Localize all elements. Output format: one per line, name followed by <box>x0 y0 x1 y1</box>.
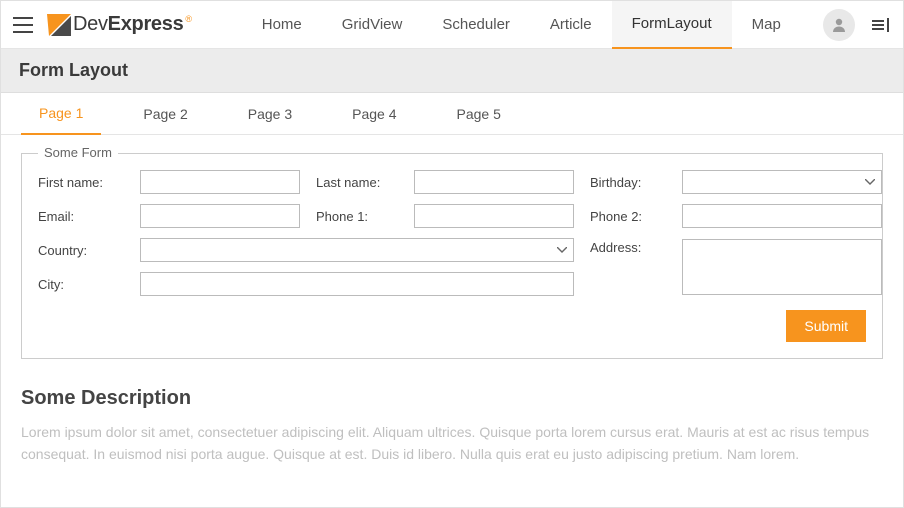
content-area: Some Form First name: Last name: Birthda… <box>1 135 903 483</box>
chevron-down-icon <box>557 247 567 253</box>
user-icon <box>831 17 847 33</box>
form-actions: Submit <box>38 310 866 342</box>
brand-logo[interactable]: DevExpress® <box>47 13 192 36</box>
country-dropdown[interactable] <box>140 238 574 262</box>
page-tabs: Page 1 Page 2 Page 3 Page 4 Page 5 <box>1 93 903 135</box>
nav-item-formlayout[interactable]: FormLayout <box>612 1 732 49</box>
nav-item-scheduler[interactable]: Scheduler <box>422 1 530 49</box>
description-heading: Some Description <box>21 387 883 410</box>
label-phone1: Phone 1: <box>316 209 398 224</box>
brand-text: DevExpress® <box>73 13 192 36</box>
city-field[interactable] <box>140 272 574 296</box>
form-legend: Some Form <box>38 145 118 160</box>
brand-icon <box>47 14 71 36</box>
label-country: Country: <box>38 243 124 258</box>
tab-page-3[interactable]: Page 3 <box>230 93 310 135</box>
form-fieldset: Some Form First name: Last name: Birthda… <box>21 153 883 359</box>
page-title: Form Layout <box>19 60 128 81</box>
collapse-panel-button[interactable] <box>867 11 895 39</box>
phone2-field[interactable] <box>682 204 882 228</box>
nav-item-article[interactable]: Article <box>530 1 612 49</box>
tab-page-5[interactable]: Page 5 <box>439 93 519 135</box>
address-field[interactable] <box>682 239 882 295</box>
nav-item-map[interactable]: Map <box>732 1 801 49</box>
top-bar: DevExpress® Home GridView Scheduler Arti… <box>1 1 903 49</box>
collapse-icon <box>872 18 890 32</box>
label-city: City: <box>38 277 124 292</box>
label-birthday: Birthday: <box>590 175 666 190</box>
label-first-name: First name: <box>38 175 124 190</box>
description-body: Lorem ipsum dolor sit amet, consectetuer… <box>21 422 883 465</box>
phone1-field[interactable] <box>414 204 574 228</box>
chevron-down-icon <box>865 179 875 185</box>
topbar-actions <box>823 9 895 41</box>
nav-item-home[interactable]: Home <box>242 1 322 49</box>
user-avatar-button[interactable] <box>823 9 855 41</box>
submit-button[interactable]: Submit <box>786 310 866 342</box>
tab-page-2[interactable]: Page 2 <box>125 93 205 135</box>
birthday-dropdown[interactable] <box>682 170 882 194</box>
form-grid: First name: Last name: Birthday: Email: … <box>38 170 866 296</box>
tab-page-1[interactable]: Page 1 <box>21 93 101 135</box>
last-name-field[interactable] <box>414 170 574 194</box>
label-address: Address: <box>590 238 666 255</box>
main-nav: Home GridView Scheduler Article FormLayo… <box>242 1 801 49</box>
menu-toggle-button[interactable] <box>9 11 37 39</box>
tab-page-4[interactable]: Page 4 <box>334 93 414 135</box>
email-field[interactable] <box>140 204 300 228</box>
label-phone2: Phone 2: <box>590 209 666 224</box>
first-name-field[interactable] <box>140 170 300 194</box>
label-last-name: Last name: <box>316 175 398 190</box>
nav-item-gridview[interactable]: GridView <box>322 1 423 49</box>
page-title-bar: Form Layout <box>1 49 903 93</box>
label-email: Email: <box>38 209 124 224</box>
hamburger-icon <box>13 17 33 33</box>
